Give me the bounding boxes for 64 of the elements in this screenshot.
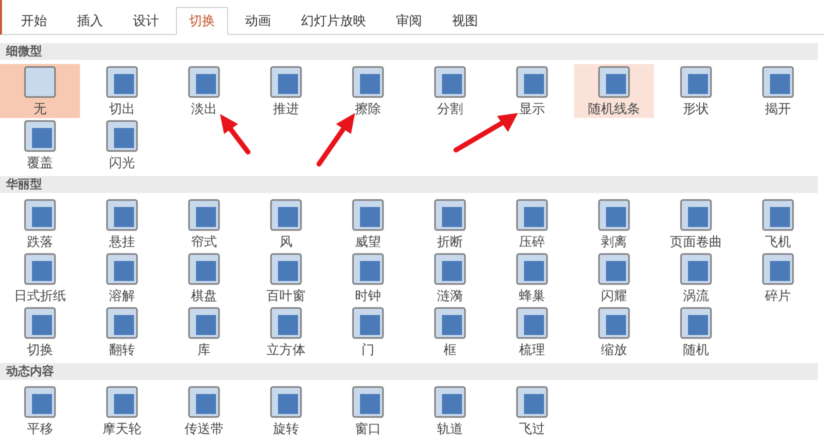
transition-thumbnail-icon bbox=[762, 252, 794, 284]
section-header: 细微型 bbox=[0, 43, 818, 60]
transition-thumbnail-icon bbox=[270, 66, 302, 98]
transition-thumbnail-icon bbox=[188, 306, 220, 338]
transition-thumbnail-icon bbox=[598, 306, 630, 338]
transition-thumbnail-icon bbox=[516, 66, 548, 98]
arrow-annotation bbox=[220, 114, 250, 154]
transition-thumbnail-icon bbox=[352, 306, 384, 338]
transition-thumbnail-icon bbox=[680, 66, 712, 98]
ribbon-tab[interactable]: 动画 bbox=[233, 7, 283, 34]
transition-thumbnail-icon bbox=[270, 198, 302, 230]
transition-thumbnail-icon bbox=[188, 386, 220, 418]
transition-thumbnail-icon bbox=[24, 66, 56, 98]
transition-thumbnail-icon bbox=[598, 66, 630, 98]
transition-thumbnail-icon bbox=[352, 198, 384, 230]
transition-thumbnail-icon bbox=[188, 252, 220, 284]
transition-option[interactable]: 无 bbox=[0, 64, 80, 118]
transition-thumbnail-icon bbox=[352, 386, 384, 418]
ribbon-tab[interactable]: 视图 bbox=[440, 7, 490, 34]
ribbon-tab[interactable]: 审阅 bbox=[384, 7, 434, 34]
arrow-annotation bbox=[454, 113, 518, 152]
transition-thumbnail-icon bbox=[24, 252, 56, 284]
transition-thumbnail-icon bbox=[188, 198, 220, 230]
transition-thumbnail-icon bbox=[598, 198, 630, 230]
arrow-annotation bbox=[316, 113, 355, 166]
transition-thumbnail-icon bbox=[434, 66, 466, 98]
transition-thumbnail-icon bbox=[352, 66, 384, 98]
transition-thumbnail-icon bbox=[680, 252, 712, 284]
transition-thumbnail-icon bbox=[106, 66, 138, 98]
transition-thumbnail-icon bbox=[106, 386, 138, 418]
transition-thumbnail-icon bbox=[516, 198, 548, 230]
transition-thumbnail-icon bbox=[106, 198, 138, 230]
transition-thumbnail-icon bbox=[24, 306, 56, 338]
transition-thumbnail-icon bbox=[24, 386, 56, 418]
transition-thumbnail-icon bbox=[680, 306, 712, 338]
transition-thumbnail-icon bbox=[188, 66, 220, 98]
section-header: 动态内容 bbox=[0, 363, 818, 380]
ribbon-tab[interactable]: 幻灯片放映 bbox=[289, 7, 378, 34]
ribbon-tab[interactable]: 开始 bbox=[9, 7, 59, 34]
transition-thumbnail-icon bbox=[516, 386, 548, 418]
transition-thumbnail-icon bbox=[434, 386, 466, 418]
transition-thumbnail-icon bbox=[434, 198, 466, 230]
transition-thumbnail-icon bbox=[680, 198, 712, 230]
transition-thumbnail-icon bbox=[106, 306, 138, 338]
ribbon-tab[interactable]: 插入 bbox=[65, 7, 115, 34]
transition-thumbnail-icon bbox=[598, 252, 630, 284]
transition-thumbnail-icon bbox=[24, 198, 56, 230]
transition-thumbnail-icon bbox=[434, 252, 466, 284]
transition-option[interactable]: 随机线条 bbox=[574, 64, 654, 118]
transition-thumbnail-icon bbox=[516, 306, 548, 338]
transition-thumbnail-icon bbox=[434, 306, 466, 338]
ribbon-tab[interactable]: 切换 bbox=[176, 7, 228, 35]
transition-thumbnail-icon bbox=[106, 120, 138, 152]
ribbon-tab[interactable]: 设计 bbox=[121, 7, 171, 34]
transition-thumbnail-icon bbox=[106, 252, 138, 284]
transition-thumbnail-icon bbox=[270, 252, 302, 284]
transition-thumbnail-icon bbox=[24, 120, 56, 152]
transition-thumbnail-icon bbox=[516, 252, 548, 284]
section-header: 华丽型 bbox=[0, 176, 818, 193]
transition-thumbnail-icon bbox=[270, 306, 302, 338]
transition-thumbnail-icon bbox=[762, 198, 794, 230]
transition-thumbnail-icon bbox=[270, 386, 302, 418]
transition-thumbnail-icon bbox=[762, 66, 794, 98]
transition-thumbnail-icon bbox=[352, 252, 384, 284]
